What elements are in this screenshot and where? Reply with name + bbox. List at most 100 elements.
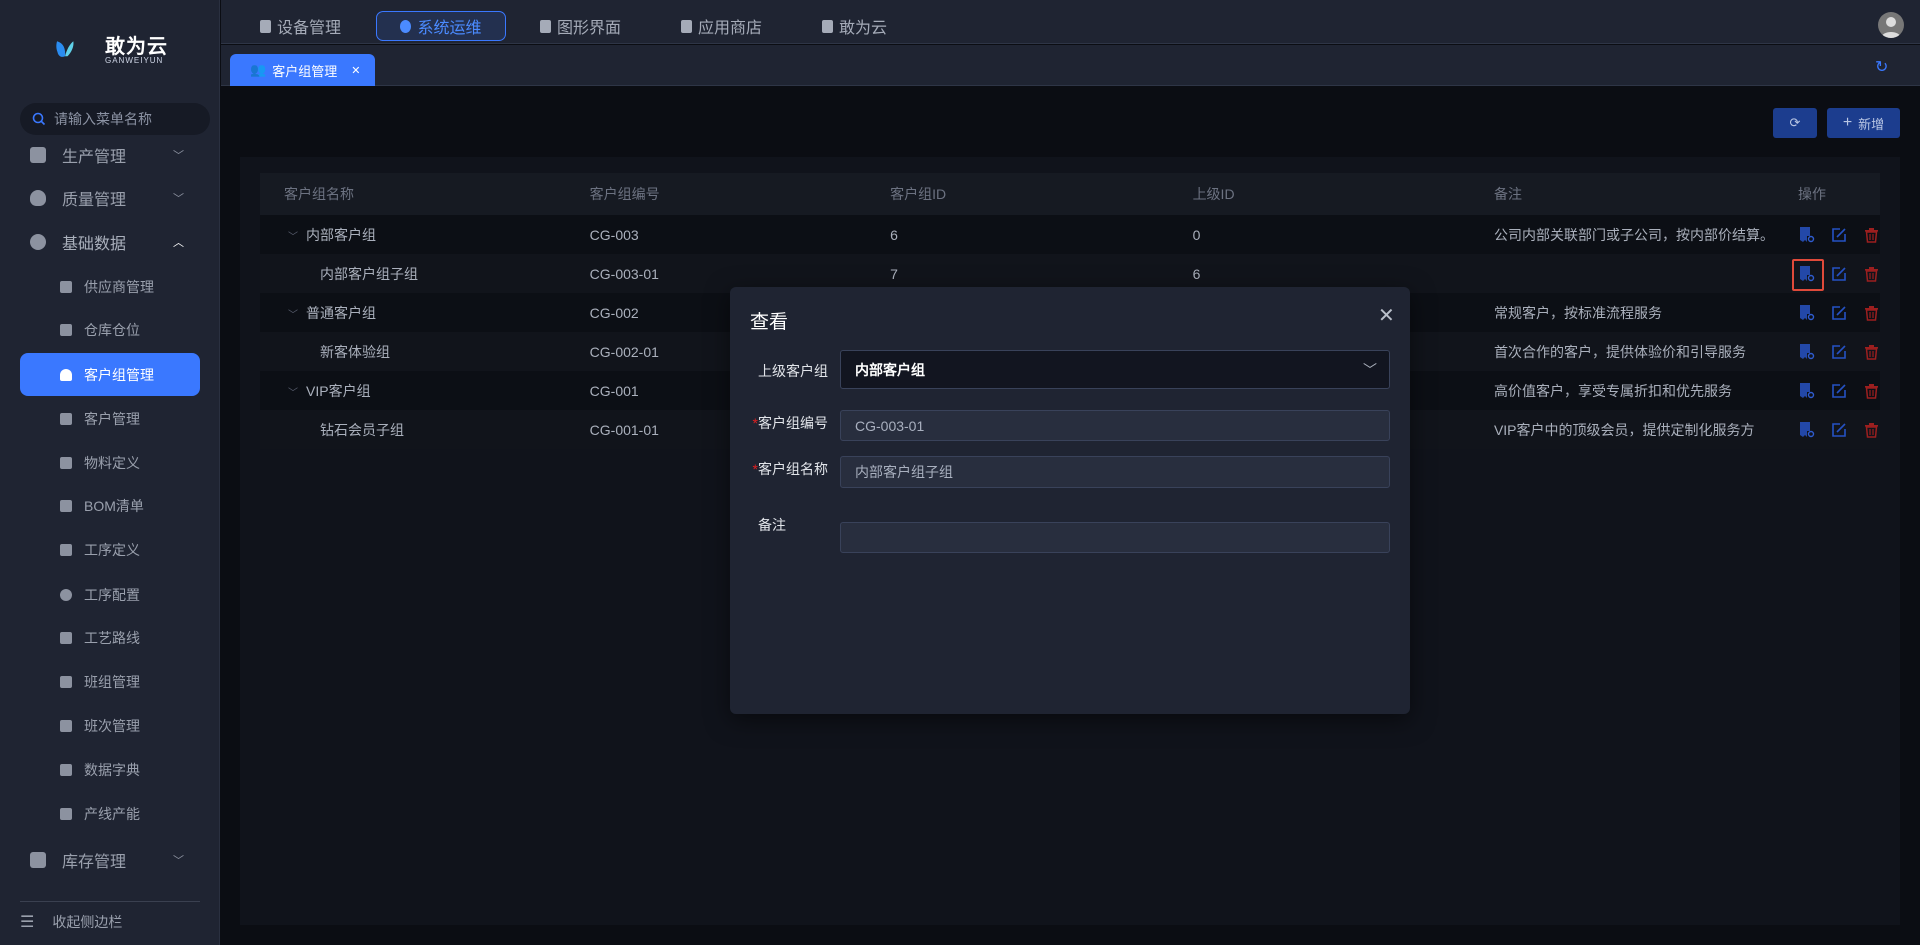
edit-icon[interactable]	[1830, 343, 1848, 361]
sidebar-item-team[interactable]: 班组管理	[20, 661, 200, 703]
production-icon	[30, 147, 46, 163]
actions-cell	[1774, 332, 1880, 371]
sidebar-item-label: 质量管理	[62, 192, 127, 209]
plus-icon: +	[1842, 114, 1853, 131]
delete-icon[interactable]	[1862, 382, 1880, 400]
tab-customer-group[interactable]: 👥 客户组管理 ✕	[230, 54, 375, 86]
edit-icon[interactable]	[1830, 382, 1848, 400]
parent-group-value: 内部客户组	[855, 361, 925, 378]
expand-chevron-icon[interactable]: ﹀	[288, 310, 298, 321]
view-icon[interactable]	[1798, 304, 1816, 322]
expand-chevron-icon[interactable]: ﹀	[288, 232, 298, 243]
topnav-label: 设备管理	[277, 20, 342, 37]
sidebar-item-capacity[interactable]: 产线产能	[20, 793, 200, 835]
collapse-menu-icon: ☰	[20, 914, 35, 931]
sidebar-item-customer-group[interactable]: 客户组管理	[20, 353, 200, 396]
collapse-label: 收起侧边栏	[52, 914, 123, 930]
sidebar-item-basic-data[interactable]: 基础数据 ︿	[20, 221, 200, 263]
dictionary-icon	[60, 764, 72, 776]
sidebar-item-routing[interactable]: 工艺路线	[20, 617, 200, 659]
name-label: *客户组名称	[730, 459, 828, 479]
sidebar-item-label: 工序配置	[84, 587, 140, 603]
edit-icon[interactable]	[1830, 421, 1848, 439]
tab-label: 客户组管理	[272, 63, 338, 79]
collapse-sidebar-button[interactable]: ☰ 收起侧边栏	[20, 912, 122, 932]
view-icon[interactable]	[1792, 258, 1824, 291]
capacity-icon	[60, 808, 72, 820]
tab-close-icon[interactable]: ✕	[351, 64, 360, 77]
view-icon[interactable]	[1798, 343, 1816, 361]
topnav-ganweiyun[interactable]: 敢为云	[808, 11, 901, 41]
delete-icon[interactable]	[1862, 343, 1880, 361]
topnav-device[interactable]: 设备管理	[246, 11, 355, 41]
sidebar-item-label: 客户组管理	[84, 366, 154, 383]
sidebar-item-supplier[interactable]: 供应商管理	[20, 266, 200, 308]
sidebar-item-inventory[interactable]: 库存管理 ﹀	[20, 839, 200, 881]
calendar-icon	[60, 720, 72, 732]
users-icon	[60, 368, 72, 381]
topnav-graphics[interactable]: 图形界面	[526, 11, 635, 41]
sidebar-item-bom[interactable]: BOM清单	[20, 485, 200, 527]
name-cell: ﹀ VIP客户组	[260, 371, 566, 410]
sidebar-divider	[20, 901, 200, 902]
topnav-label: 图形界面	[557, 20, 622, 37]
actions-cell	[1774, 254, 1880, 293]
dialog-title: 查看	[750, 312, 789, 333]
team-icon	[60, 676, 72, 688]
name-input[interactable]: 内部客户组子组	[840, 456, 1390, 488]
sidebar-item-label: 班次管理	[84, 718, 140, 734]
sidebar-item-dictionary[interactable]: 数据字典	[20, 749, 200, 791]
sidebar-item-label: 客户管理	[84, 411, 140, 427]
parent-group-select[interactable]: 内部客户组 ﹀	[840, 350, 1390, 389]
code-input[interactable]: CG-003-01	[840, 410, 1390, 441]
user-avatar[interactable]	[1878, 12, 1904, 38]
sidebar-item-label: 库存管理	[62, 854, 127, 871]
expand-chevron-icon[interactable]: ﹀	[288, 388, 298, 399]
sidebar-item-shift[interactable]: 班次管理	[20, 705, 200, 747]
sidebar-item-process-def[interactable]: 工序定义	[20, 529, 200, 571]
view-icon[interactable]	[1798, 226, 1816, 244]
menu-search-input[interactable]	[54, 111, 204, 127]
menu-search[interactable]	[20, 103, 210, 135]
cell-name: VIP客户组	[306, 382, 371, 399]
refresh-button[interactable]: ⟳	[1773, 108, 1817, 138]
butterfly-icon	[822, 19, 833, 33]
basic-data-icon	[30, 234, 46, 250]
edit-icon[interactable]	[1830, 304, 1848, 322]
sidebar-item-process-config[interactable]: 工序配置	[20, 574, 200, 616]
sidebar-item-label: 仓库仓位	[84, 322, 140, 338]
table-row: ﹀ 内部客户组 CG-003 6 0 公司内部关联部门或子公司，按内部价结算。	[260, 215, 1880, 254]
shield-icon	[30, 190, 46, 206]
warehouse-home-icon	[30, 852, 46, 868]
code-label-text: 客户组编号	[758, 415, 828, 431]
refresh-page-icon[interactable]: ↻	[1875, 57, 1888, 77]
actions-cell	[1774, 215, 1880, 254]
delete-icon[interactable]	[1862, 226, 1880, 244]
add-button[interactable]: + 新增	[1827, 108, 1900, 138]
view-icon[interactable]	[1798, 382, 1816, 400]
sidebar-item-customer[interactable]: 客户管理	[20, 398, 200, 440]
delete-icon[interactable]	[1862, 265, 1880, 283]
cell-code: CG-003	[565, 215, 867, 254]
sidebar-item-quality[interactable]: 质量管理 ﹀	[20, 177, 200, 219]
delete-icon[interactable]	[1862, 304, 1880, 322]
topnav-label: 应用商店	[698, 20, 763, 37]
topnav-system-ops[interactable]: 系统运维	[376, 11, 506, 41]
brand-name: 敢为云	[105, 36, 168, 58]
edit-icon[interactable]	[1830, 226, 1848, 244]
chevron-down-icon: ﹀	[1363, 361, 1377, 378]
topnav-app-store[interactable]: 应用商店	[667, 11, 776, 41]
close-icon[interactable]: ✕	[1378, 303, 1395, 328]
sidebar-item-warehouse[interactable]: 仓库仓位	[20, 309, 200, 351]
cell-parent-id: 0	[1168, 215, 1470, 254]
sidebar-item-material[interactable]: 物料定义	[20, 442, 200, 484]
cell-remark: 常规客户，按标准流程服务	[1469, 293, 1774, 332]
parent-group-label: 上级客户组	[758, 363, 828, 379]
name-label-text: 客户组名称	[758, 461, 828, 477]
view-icon[interactable]	[1798, 421, 1816, 439]
sidebar-item-production[interactable]: 生产管理 ﹀	[20, 134, 200, 176]
remark-input[interactable]	[840, 522, 1390, 553]
delete-icon[interactable]	[1862, 421, 1880, 439]
name-cell: 新客体验组	[260, 332, 566, 371]
edit-icon[interactable]	[1830, 265, 1848, 283]
